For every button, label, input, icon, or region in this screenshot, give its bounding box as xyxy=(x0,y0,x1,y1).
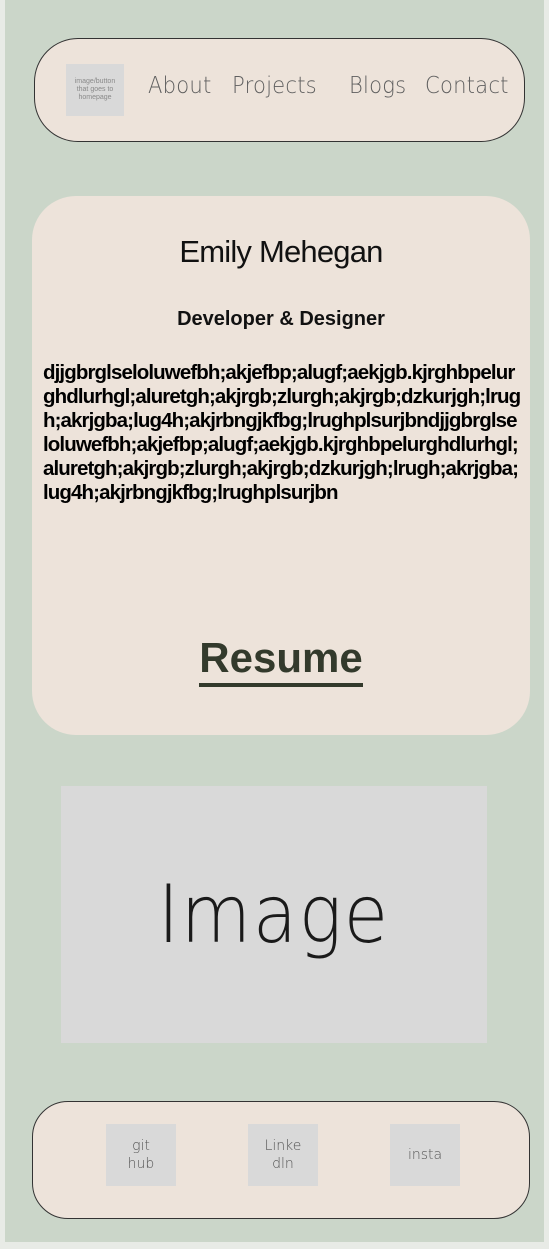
nav-link-contact[interactable]: Contact xyxy=(425,73,509,99)
resume-link[interactable]: Resume xyxy=(32,633,530,687)
linkedin-link[interactable]: Linke dln xyxy=(248,1124,318,1186)
page-background: image/button that goes to homepage About… xyxy=(5,0,544,1242)
home-logo-button[interactable]: image/button that goes to homepage xyxy=(66,64,124,116)
resume-link-label[interactable]: Resume xyxy=(199,633,363,687)
nav-link-projects[interactable]: Projects xyxy=(232,73,317,99)
image-placeholder-label: Image xyxy=(157,868,391,961)
profile-name: Emily Mehegan xyxy=(179,234,383,269)
instagram-link[interactable]: insta xyxy=(390,1124,460,1186)
nav-link-blogs[interactable]: Blogs xyxy=(349,73,406,99)
profile-role: Developer & Designer xyxy=(177,308,385,330)
profile-bio: djjgbrglseloluwefbh;akjefbp;alugf;aekjgb… xyxy=(43,361,521,504)
image-placeholder: Image xyxy=(61,786,487,1043)
github-link[interactable]: git hub xyxy=(106,1124,176,1186)
footer-social-bar: git hub Linke dln insta xyxy=(32,1101,530,1219)
intro-card: Emily Mehegan Developer & Designer djjgb… xyxy=(32,196,530,735)
nav-link-about[interactable]: About xyxy=(148,73,211,99)
nav-bar: image/button that goes to homepage About… xyxy=(34,38,525,142)
